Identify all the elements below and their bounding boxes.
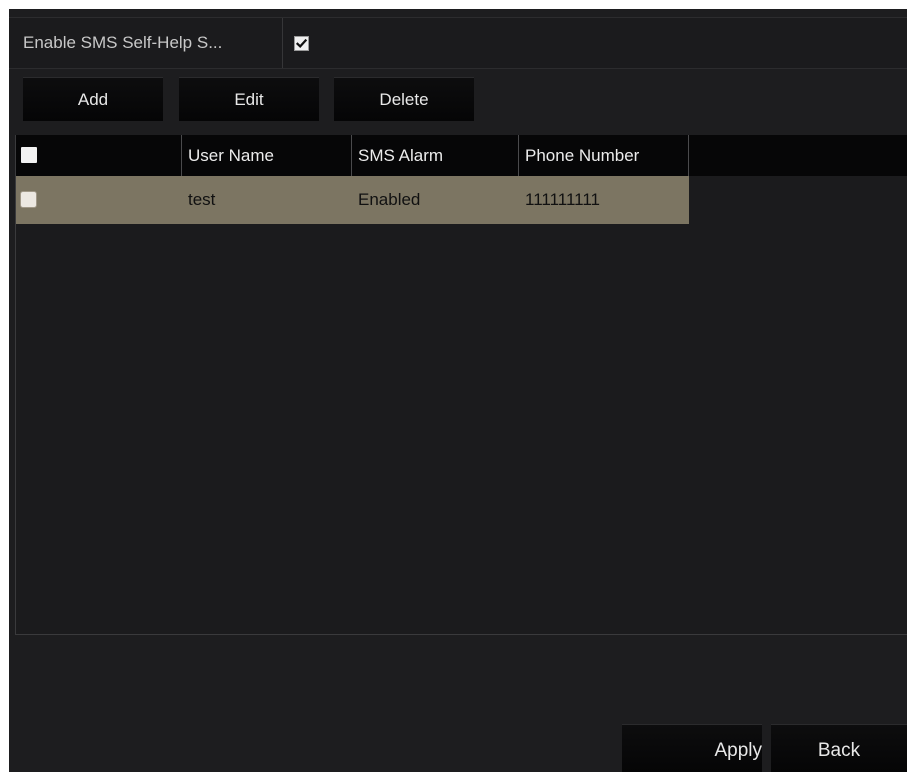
select-all-checkbox[interactable] [21, 147, 37, 163]
row-checkbox[interactable] [20, 191, 37, 208]
column-header-sms-alarm[interactable]: SMS Alarm [352, 135, 519, 176]
table-row[interactable]: test Enabled 111111111 [16, 176, 689, 224]
checkmark-icon [295, 38, 308, 48]
cell-user-name: test [188, 190, 216, 209]
enable-sms-row: Enable SMS Self-Help S... [9, 17, 907, 69]
edit-button[interactable]: Edit [179, 77, 319, 121]
select-all-cell [16, 135, 182, 176]
add-button[interactable]: Add [23, 77, 163, 121]
column-header-phone-number[interactable]: Phone Number [519, 135, 689, 176]
enable-sms-label: Enable SMS Self-Help S... [9, 18, 283, 68]
user-table: User Name SMS Alarm Phone Number test En… [15, 135, 907, 635]
cell-phone-number: 111111111 [525, 190, 600, 209]
apply-button[interactable]: Apply [622, 724, 762, 772]
column-header-user-name[interactable]: User Name [182, 135, 352, 176]
cell-sms-alarm: Enabled [358, 190, 421, 209]
sms-settings-panel: Enable SMS Self-Help S... Add Edit Delet… [9, 9, 907, 772]
back-button[interactable]: Back [771, 724, 907, 772]
delete-button[interactable]: Delete [334, 77, 474, 121]
enable-sms-checkbox[interactable] [294, 36, 309, 51]
table-header: User Name SMS Alarm Phone Number [16, 135, 907, 176]
